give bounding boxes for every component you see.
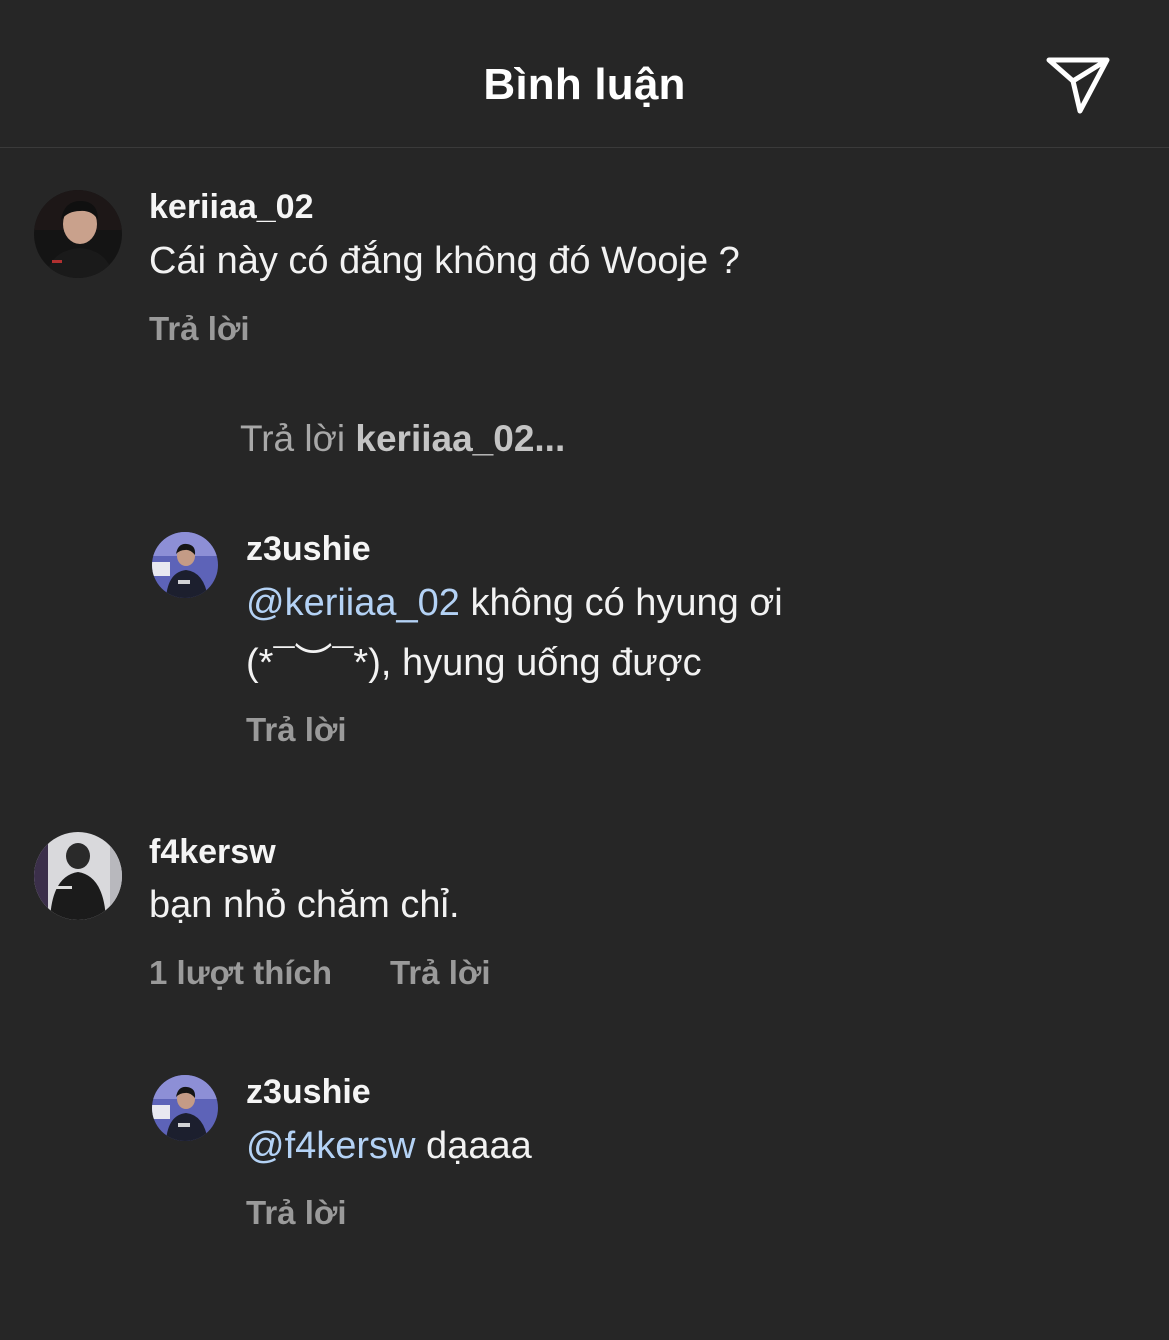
mention-link[interactable]: @f4kersw	[246, 1125, 416, 1167]
mention-link[interactable]: @keriiaa_02	[246, 582, 460, 624]
view-replies-link[interactable]: Trả lời keriiaa_02...	[240, 418, 565, 460]
reply-button[interactable]: Trả lời	[149, 310, 250, 348]
view-replies-target: keriiaa_02...	[355, 418, 566, 459]
reply-button[interactable]: Trả lời	[246, 1194, 347, 1232]
comment-text: bạn nhỏ chăm chỉ.	[149, 884, 460, 926]
page-title: Bình luận	[483, 60, 686, 109]
share-button[interactable]	[1044, 52, 1112, 116]
reply-username[interactable]: z3ushie	[246, 530, 371, 569]
reply-text: @f4kersw dạaaa	[246, 1116, 532, 1176]
avatar-f4kersw[interactable]	[34, 832, 122, 920]
view-replies-prefix: Trả lời	[240, 418, 356, 459]
reply-text: @keriiaa_02 không có hyung ơi	[246, 573, 783, 633]
reply-button[interactable]: Trả lời	[246, 711, 347, 749]
reply-text-line1: không có hyung ơi	[459, 582, 783, 624]
avatar-z3ushie[interactable]	[152, 532, 218, 598]
paper-plane-icon	[1046, 57, 1110, 114]
reply-button[interactable]: Trả lời	[390, 954, 491, 992]
comment-username[interactable]: f4kersw	[149, 833, 276, 872]
avatar-keriiaa-02[interactable]	[34, 190, 122, 278]
avatar-z3ushie[interactable]	[152, 1075, 218, 1141]
likes-count[interactable]: 1 lượt thích	[149, 954, 332, 992]
reply-text-line2: (*¯︶¯*), hyung uống được	[246, 642, 702, 684]
reply-text-body: dạaaa	[415, 1125, 532, 1167]
reply-username[interactable]: z3ushie	[246, 1073, 371, 1112]
comment-username[interactable]: keriiaa_02	[149, 188, 314, 227]
comment-text: Cái này có đắng không đó Wooje ?	[149, 240, 740, 282]
comments-header: Bình luận	[0, 0, 1169, 148]
